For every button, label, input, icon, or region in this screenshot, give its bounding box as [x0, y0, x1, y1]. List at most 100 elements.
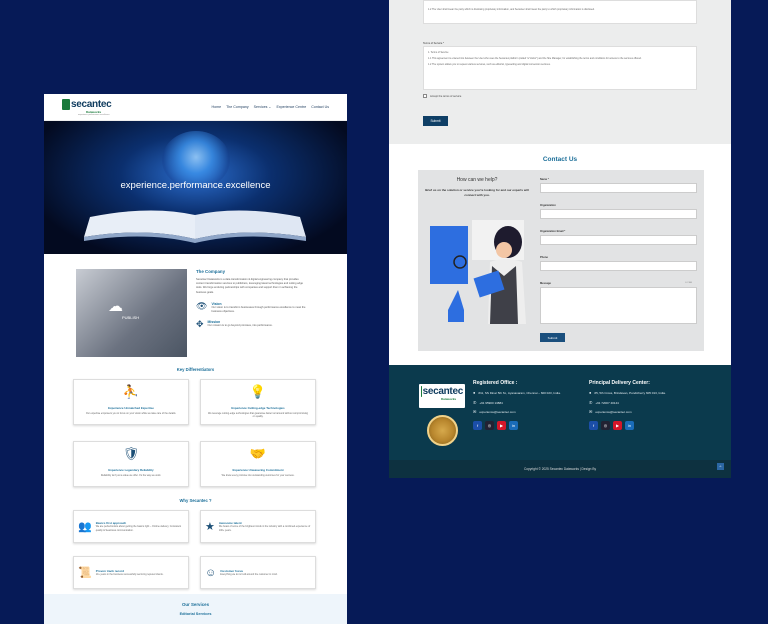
terms-textarea[interactable]: 1. Terms of Service 1.1 This agreement i… [423, 46, 697, 90]
menu-home[interactable]: Home [211, 105, 221, 109]
team-hierarchy-icon: ⛹ [122, 384, 140, 399]
facebook-icon[interactable]: f [473, 420, 482, 430]
delivery-email[interactable]: experience@secantec.com [595, 410, 631, 415]
location-pin-icon: ● [473, 390, 476, 395]
cloud-icon: ☁ [108, 298, 123, 315]
key-card: 🤝 Experience Unwavering Commitment We kn… [200, 441, 316, 487]
accept-label: Accept the terms of service [430, 94, 462, 98]
homepage-screenshot: secantec Dataworks experience performanc… [44, 94, 347, 624]
contact-page-screenshot: 1.2 The User shall mean the party which … [389, 0, 731, 478]
contact-submit-button[interactable]: Submit [540, 333, 565, 342]
key-differentiators-grid: ⛹ Experience Unmatched Expertise Our exp… [44, 379, 347, 487]
help-text: Brief us on the solution or service you'… [425, 188, 529, 197]
key-card-text: We leverage cutting-edge technologies th… [207, 412, 309, 418]
eye-icon: 👁 [196, 300, 208, 311]
services-section: Our Services Editorial Services [44, 594, 347, 624]
logo[interactable]: secantec Dataworks experience performanc… [62, 98, 112, 116]
footer-logo-sub: Dataworks [441, 397, 457, 401]
phone-field[interactable] [540, 261, 697, 271]
accept-checkbox[interactable] [423, 94, 427, 98]
contact-form-box: How can we help? Brief us on the solutio… [418, 170, 704, 351]
key-card-title: Experience Unwavering Commitment [232, 468, 284, 472]
organization-label: Organization [540, 204, 556, 207]
company-section: ☁ PUBLISH The Company Secantec Dataworks… [44, 254, 347, 357]
lightbulb-icon: 💡 [249, 384, 267, 399]
name-field[interactable] [540, 183, 697, 193]
instagram-icon[interactable]: ◎ [601, 420, 610, 430]
why-card-text: Everything we do is built around the cus… [220, 572, 278, 576]
terms-preview-textarea[interactable]: 1.2 The User shall mean the party which … [423, 0, 697, 24]
menu-contact[interactable]: Contact Us [311, 105, 329, 109]
open-book-image [84, 210, 306, 243]
terms-line: 1. Terms of Service [428, 51, 449, 54]
logo-mark-icon [62, 98, 70, 110]
services-title: Our Services [181, 602, 210, 607]
accept-terms[interactable]: Accept the terms of service [423, 94, 461, 98]
logo-tagline: experience performance excellence [78, 113, 110, 116]
contact-title: Contact Us [542, 156, 578, 163]
social-links: f ◎ ▶ in [589, 420, 707, 430]
contact-intro: How can we help? Brief us on the solutio… [418, 170, 536, 351]
menu-services[interactable]: Services ⌄ [254, 105, 272, 109]
registered-email[interactable]: experience@secantec.com [479, 410, 515, 415]
terms-submit-button[interactable]: Submit [423, 116, 448, 126]
key-card: 🛡 Experience Legendary Reliability Relia… [73, 441, 189, 487]
key-card-text: Our expertise empowers you to focus on y… [85, 412, 177, 415]
phone-label: Phone [540, 256, 548, 259]
woman-reading-illustration [430, 220, 526, 324]
hand-shield-icon: 🛡 [122, 446, 140, 461]
terms-line: 1.2 The system allows you to request var… [428, 62, 551, 66]
delivery-phone[interactable]: +91 72007 40144 [595, 401, 618, 406]
why-card-text: We boast of some of the brightest minds … [218, 525, 311, 532]
linkedin-icon[interactable]: in [625, 420, 634, 430]
terms-label: Terms of Service * [423, 42, 445, 45]
menu-company[interactable]: The Company [226, 105, 249, 109]
why-card: ★ Awesome talent We boast of some of the… [200, 510, 316, 543]
youtube-icon[interactable]: ▶ [613, 420, 622, 430]
key-card-text: We know every promise into outstanding o… [221, 474, 295, 477]
name-label: Name * [540, 178, 549, 181]
social-links: f ◎ ▶ in [473, 420, 583, 430]
registered-phone[interactable]: +91 95900 13884 [479, 401, 502, 406]
why-card-text: 10+ years in the business successfully s… [95, 572, 164, 576]
key-card-title: Experience Cutting-edge Technologies [231, 406, 285, 410]
main-menu: Home The Company Services ⌄ Experience C… [211, 105, 329, 109]
company-text: Secantec Dataworks is a data transformat… [196, 278, 303, 294]
phone-icon: ✆ [589, 399, 593, 405]
key-card-title: Experience Unmatched Expertise [108, 406, 154, 410]
instagram-icon[interactable]: ◎ [485, 420, 494, 430]
youtube-icon[interactable]: ▶ [497, 420, 506, 430]
linkedin-icon[interactable]: in [509, 420, 518, 430]
people-group-icon: 👥 [78, 521, 92, 533]
vision-block: 👁 Vision Our vision is to transform busi… [196, 300, 306, 314]
hero-banner: experience.performance.excellence [44, 121, 347, 254]
footer-logo[interactable]: secantec Dataworks [419, 384, 465, 408]
company-image: ☁ PUBLISH [76, 269, 187, 357]
scroll-to-top-button[interactable]: ^ [717, 463, 724, 470]
key-card: 💡 Experience Cutting-edge Technologies W… [200, 379, 316, 425]
key-card: ⛹ Experience Unmatched Expertise Our exp… [73, 379, 189, 425]
organization-email-field[interactable] [540, 235, 697, 245]
certificate-icon: 📜 [78, 567, 92, 579]
registered-office-title: Registered Office : [473, 380, 518, 386]
services-subtitle: Editorial Services [179, 612, 212, 616]
mail-icon: ✉ [473, 409, 477, 414]
team-star-icon: ★ [205, 521, 215, 533]
footer: secantec Dataworks Registered Office : ●… [389, 365, 731, 460]
key-differentiators-title: Key Differentiators [176, 367, 215, 372]
why-title: Why Secantec ? [179, 498, 212, 503]
delivery-address: #5, 5th Cross, Brindavan, Pondicherry 60… [594, 391, 666, 395]
message-label: Message [540, 282, 551, 285]
key-card-title: Experience Legendary Reliability [108, 468, 154, 472]
organization-field[interactable] [540, 209, 697, 219]
footer-logo-name: secantec [422, 386, 464, 397]
facebook-icon[interactable]: f [589, 420, 598, 430]
menu-experience-centre[interactable]: Experience Centre [276, 105, 306, 109]
location-pin-icon: ● [589, 390, 592, 395]
copyright: Copyright © 2025 Secantec Dataworks | De… [389, 460, 731, 478]
message-field[interactable]: 0 / 180 [540, 282, 697, 324]
mission-block: ✥ Mission Our mission is to go beyond pr… [196, 320, 306, 329]
logo-name: secantec [71, 98, 112, 110]
vision-text: Our vision is to transform businesses th… [211, 305, 306, 313]
delivery-center: Principal Delivery Center: ● #5, 5th Cros… [589, 380, 707, 430]
